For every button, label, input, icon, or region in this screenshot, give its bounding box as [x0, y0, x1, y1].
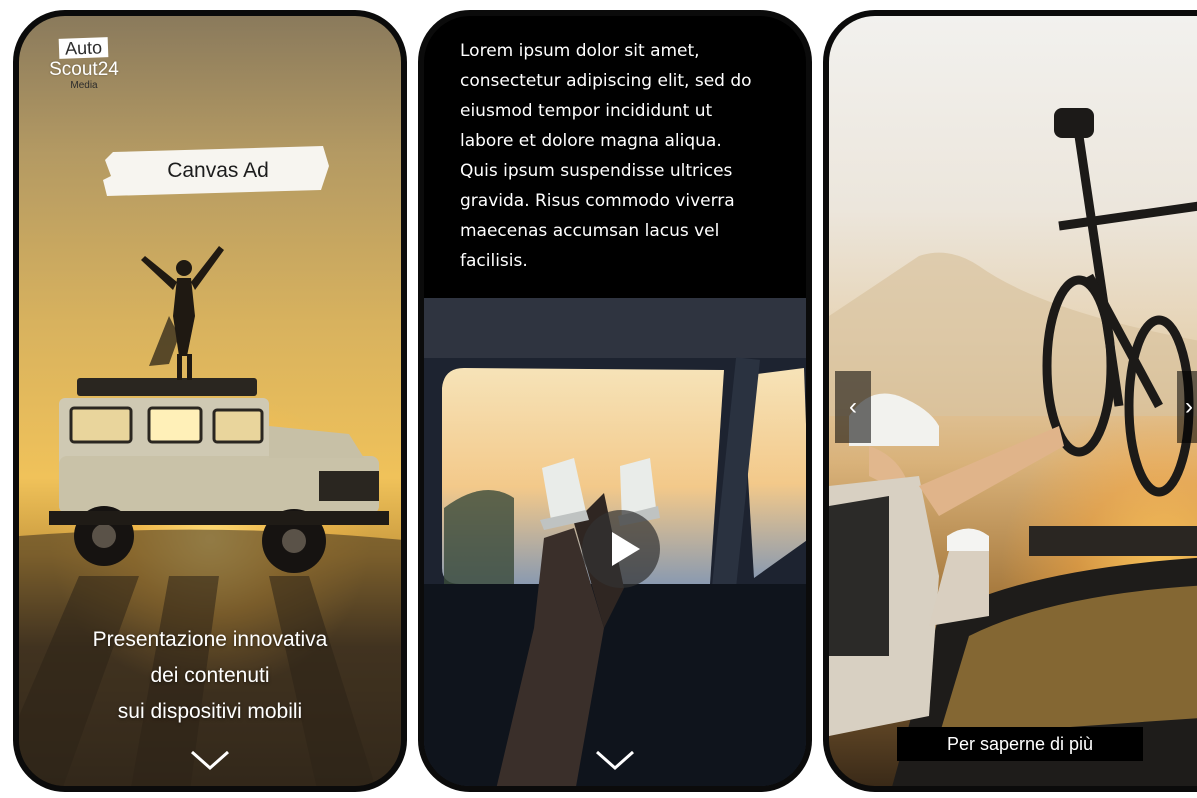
chevron-right-icon: › — [1185, 393, 1193, 420]
cyclists-bike-rack-scene — [829, 108, 1197, 786]
body-line: eiusmod tempor incididunt ut — [460, 101, 713, 121]
body-line: gravida. Risus commodo viverra — [460, 191, 735, 211]
body-line: labore et dolore magna aliqua. — [460, 131, 722, 151]
body-line: maecenas accumsan lacus vel — [460, 221, 720, 241]
caption-line-3: sui dispositivi mobili — [117, 700, 303, 723]
body-line: facilisis. — [460, 251, 528, 271]
logo-media-text: Media — [70, 80, 98, 91]
carousel-prev-button[interactable]: ‹ — [835, 371, 871, 443]
body-text: Lorem ipsum dolor sit amet, consectetur … — [460, 36, 800, 276]
logo-auto-text: Auto — [59, 37, 109, 59]
logo-scout-text: Scout24 — [49, 59, 119, 80]
body-line: Lorem ipsum dolor sit amet, — [460, 41, 700, 61]
caption-line-1: Presentazione innovativa — [92, 628, 328, 651]
learn-more-button[interactable]: Per saperne di più — [897, 727, 1143, 761]
canvas-ad-tag: Canvas Ad — [103, 146, 333, 196]
phone-text-video: Lorem ipsum dolor sit amet, consectetur … — [418, 10, 812, 792]
caption-line-2: dei contenuti — [150, 664, 270, 687]
autoscout24-media-logo: Auto Scout24 Media — [39, 37, 129, 92]
canvas-ad-label: Canvas Ad — [167, 159, 269, 182]
play-icon[interactable] — [582, 510, 660, 588]
carousel-next-button[interactable]: › — [1177, 371, 1197, 443]
body-line: Quis ipsum suspendisse ultrices — [460, 161, 733, 181]
ad-format-showcase: Auto Scout24 Media Canvas Ad Presentazio… — [0, 0, 1197, 798]
intro-caption: Presentazione innovativa dei contenuti s… — [19, 622, 401, 730]
chevron-down-icon[interactable] — [593, 748, 637, 772]
chevron-left-icon: ‹ — [849, 393, 857, 420]
chevron-down-icon[interactable] — [188, 748, 232, 772]
phone-carousel: ‹ › Per saperne di più — [823, 10, 1197, 792]
phone-canvas-intro: Auto Scout24 Media Canvas Ad Presentazio… — [13, 10, 407, 792]
body-line: consectetur adipiscing elit, sed do — [460, 71, 752, 91]
